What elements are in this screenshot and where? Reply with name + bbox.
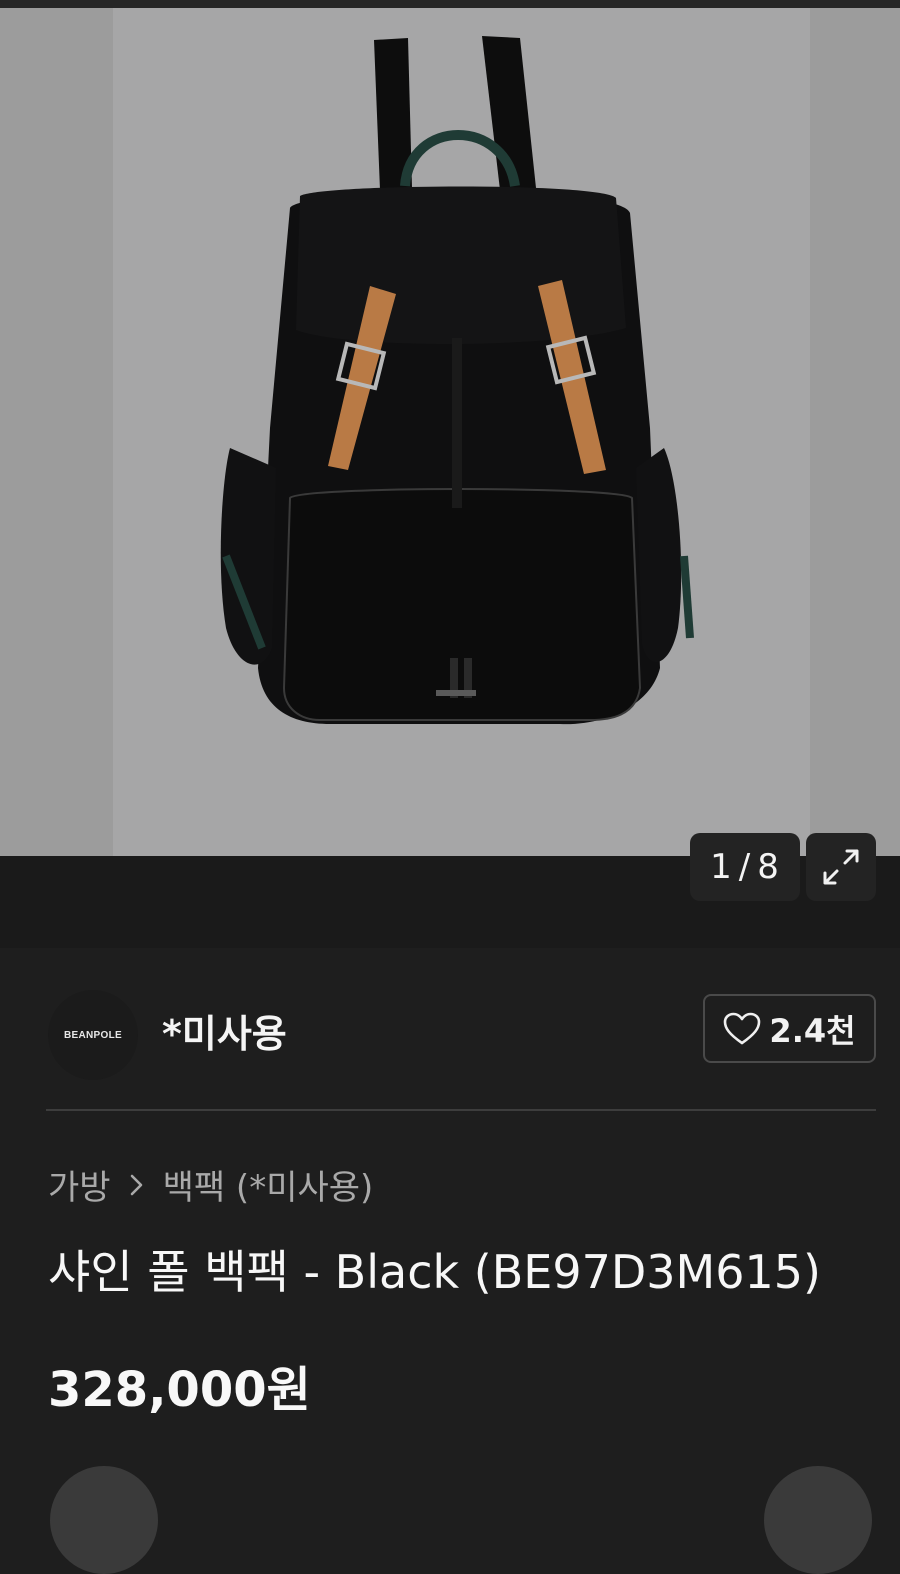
image-pager: 1 / 8 [690, 833, 800, 901]
bottom-action-button-left[interactable] [50, 1466, 158, 1574]
product-photo-backpack [220, 36, 694, 725]
pager-separator: / [738, 847, 752, 887]
like-button[interactable]: 2.4천 [703, 994, 876, 1063]
status-bar [0, 0, 900, 8]
expand-image-button[interactable] [806, 833, 876, 901]
pager-current: 1 [710, 847, 733, 887]
shop-logo[interactable]: BEANPOLE [48, 990, 138, 1080]
heart-outline-icon [724, 1012, 761, 1044]
expand-arrows-icon [823, 849, 859, 885]
shop-name[interactable]: *미사용 [162, 1003, 287, 1058]
breadcrumb-category[interactable]: 가방 [48, 1160, 111, 1209]
chevron-right-icon [129, 1172, 145, 1198]
pager-total: 8 [757, 847, 780, 887]
section-divider [46, 1109, 876, 1111]
like-count: 2.4천 [769, 1011, 856, 1050]
product-title: 샤인 폴 백팩 - Black (BE97D3M615) [48, 1245, 821, 1299]
breadcrumb: 가방 백팩 (*미사용) [48, 1160, 373, 1209]
bottom-action-button-right[interactable] [764, 1466, 872, 1574]
product-image-gallery[interactable] [0, 8, 900, 856]
product-price: 328,000원 [48, 1362, 311, 1418]
breadcrumb-subcategory[interactable]: 백팩 (*미사용) [163, 1160, 374, 1209]
shop-logo-text: BEANPOLE [64, 1029, 122, 1041]
